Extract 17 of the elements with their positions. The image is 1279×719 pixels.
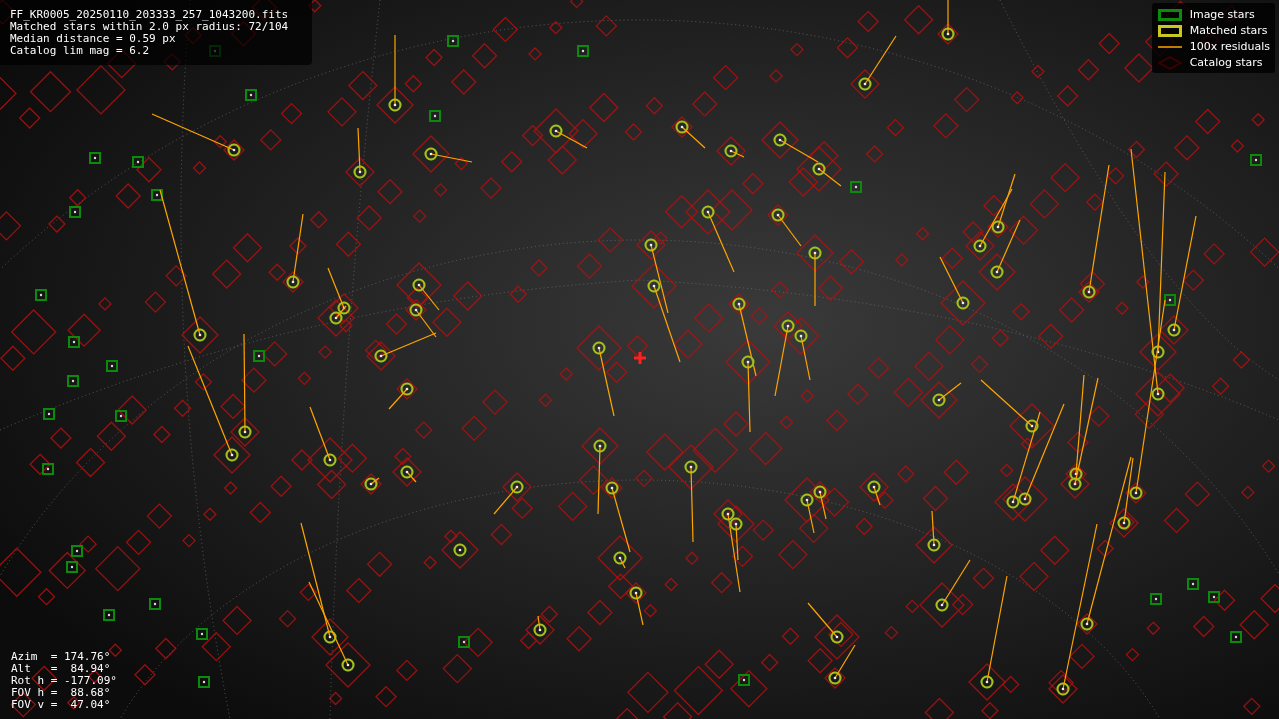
pointing-text: Alt = 84.94° <box>11 663 112 675</box>
pointing-text: Azim = 174.76° <box>11 651 112 663</box>
legend-label: Catalog stars <box>1189 56 1263 69</box>
legend-label: 100x residuals <box>1189 40 1270 53</box>
pointing-text: FOV h = 88.68° <box>11 687 112 699</box>
info-text: Median distance = 0.59 px <box>10 33 177 45</box>
line-icon <box>1157 44 1182 49</box>
info-text: FF_KR0005_20250110_203333_257_1043200.fits <box>10 9 290 21</box>
square-outline-icon <box>1157 8 1182 21</box>
info-text: Matched stars within 2.0 px radius: 72/104 <box>10 21 290 33</box>
info-text: Catalog lim mag = 6.2 <box>10 45 151 57</box>
pointing-text: Rot h = -177.09° <box>11 675 117 687</box>
pointing-text: FOV v = 47.04° <box>11 699 112 711</box>
legend-label: Matched stars <box>1189 24 1268 37</box>
legend-label: Image stars <box>1189 8 1255 21</box>
rectangle-outline-icon <box>1157 24 1182 37</box>
diamond-icon <box>1157 55 1182 70</box>
